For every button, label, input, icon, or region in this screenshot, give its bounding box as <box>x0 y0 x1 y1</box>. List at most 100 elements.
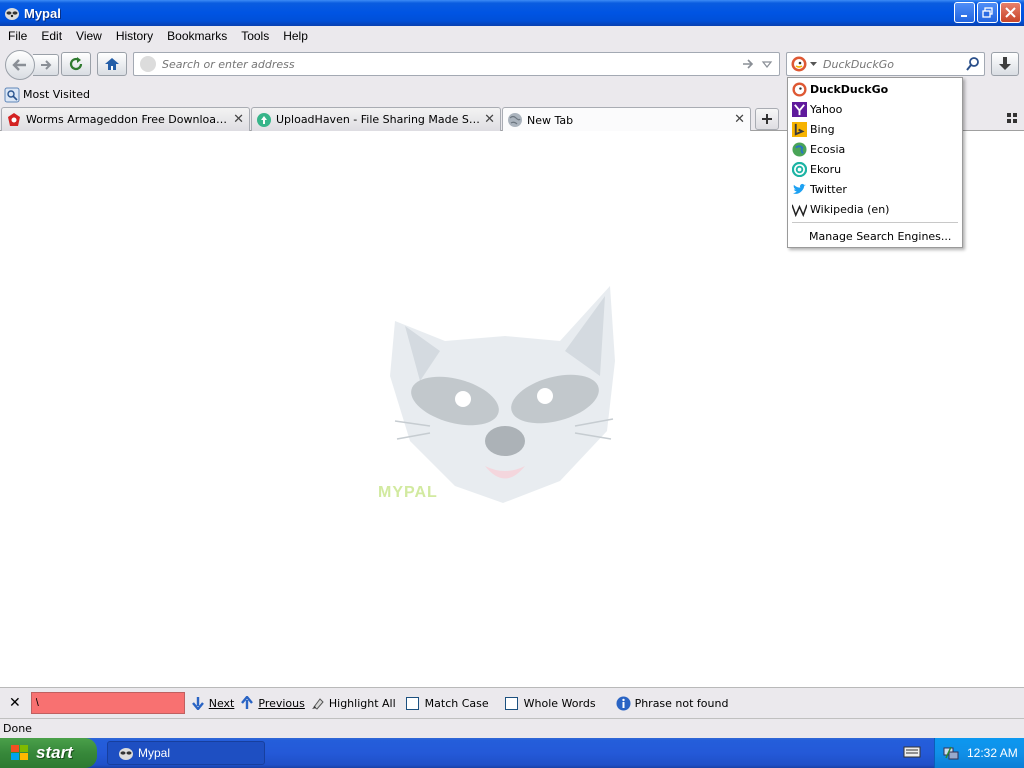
find-next-button[interactable]: Next <box>191 696 235 710</box>
engine-wikipedia[interactable]: Wikipedia (en) <box>788 199 962 219</box>
menu-help[interactable]: Help <box>277 29 314 43</box>
ekoru-icon <box>792 161 807 177</box>
mypal-watermark: MYPAL <box>378 484 438 501</box>
menu-bookmarks[interactable]: Bookmarks <box>161 29 233 43</box>
engine-label: Twitter <box>810 182 847 196</box>
menu-history[interactable]: History <box>110 29 159 43</box>
go-arrow-icon[interactable] <box>741 57 755 71</box>
raccoon-icon <box>5 8 19 20</box>
menu-bar: File Edit View History Bookmarks Tools H… <box>0 26 1024 46</box>
chevron-down-icon[interactable] <box>761 57 773 71</box>
restore-icon <box>982 7 993 18</box>
clock[interactable]: 12:32 AM <box>967 746 1018 760</box>
manage-search-engines[interactable]: Manage Search Engines... <box>809 230 951 243</box>
menu-file[interactable]: File <box>2 29 33 43</box>
highlight-all-label: Highlight All <box>328 696 396 710</box>
engine-label: Wikipedia (en) <box>810 202 890 216</box>
status-text: Done <box>3 722 32 735</box>
network-icon[interactable] <box>943 745 959 761</box>
duckduckgo-icon[interactable] <box>791 56 807 72</box>
site-identity-icon[interactable] <box>140 56 156 72</box>
engine-label: Yahoo <box>810 102 843 116</box>
grid-icon[interactable] <box>1006 112 1018 124</box>
home-button[interactable] <box>97 52 127 76</box>
taskbar: start Mypal 12:32 AM <box>0 738 1024 768</box>
duckduckgo-icon <box>792 81 807 97</box>
menu-tools[interactable]: Tools <box>235 29 275 43</box>
checkbox-box[interactable] <box>504 696 518 710</box>
keyboard-icon[interactable] <box>903 745 921 759</box>
tab-new-tab[interactable]: New Tab ✕ <box>502 107 751 132</box>
most-visited-icon <box>4 87 20 102</box>
search-icon[interactable] <box>966 57 980 71</box>
tab-close-icon[interactable]: ✕ <box>233 112 244 127</box>
engine-duckduckgo[interactable]: DuckDuckGo <box>788 79 962 99</box>
title-bar: Mypal <box>0 0 1024 26</box>
bookmark-most-visited[interactable]: Most Visited <box>23 88 90 101</box>
find-input-wrap[interactable] <box>30 692 185 714</box>
status-bar: Done <box>0 718 1024 738</box>
raccoon-logo <box>390 286 615 503</box>
minimize-icon <box>961 15 967 17</box>
tab-close-icon[interactable]: ✕ <box>484 112 495 127</box>
whole-words-checkbox[interactable]: Whole Words <box>504 696 596 710</box>
engine-label: Ekoru <box>810 162 842 176</box>
arrow-up-icon <box>241 696 254 709</box>
match-case-checkbox[interactable]: Match Case <box>405 696 489 710</box>
url-bar[interactable] <box>133 52 780 76</box>
forward-arrow-icon <box>40 60 51 70</box>
find-bar: ✕ Next Previous Highlight All Match Case… <box>0 687 1024 718</box>
windows-logo-icon <box>11 745 28 760</box>
checkbox-box[interactable] <box>405 696 419 710</box>
engine-yahoo[interactable]: Yahoo <box>788 99 962 119</box>
raccoon-icon <box>119 748 133 760</box>
reload-button[interactable] <box>61 52 91 76</box>
search-bar[interactable] <box>786 52 985 76</box>
new-tab-button[interactable] <box>755 108 779 130</box>
engine-bing[interactable]: Bing <box>788 119 962 139</box>
url-input[interactable] <box>162 57 742 71</box>
search-input[interactable] <box>823 57 958 71</box>
forward-button[interactable] <box>33 54 59 76</box>
dropdown-separator <box>792 222 958 223</box>
engine-ekoru[interactable]: Ekoru <box>788 159 962 179</box>
tab-label: Worms Armageddon Free Download (GO... <box>26 113 228 126</box>
minimize-button[interactable] <box>954 2 975 23</box>
match-case-label: Match Case <box>424 696 489 710</box>
back-button[interactable] <box>5 50 35 80</box>
window-title: Mypal <box>24 5 61 21</box>
highlight-all-button[interactable]: Highlight All <box>311 696 396 710</box>
download-icon <box>999 57 1011 70</box>
engine-label: Ecosia <box>810 142 846 156</box>
findbar-close-icon[interactable]: ✕ <box>9 695 21 711</box>
home-icon <box>105 58 119 70</box>
engine-twitter[interactable]: Twitter <box>788 179 962 199</box>
taskbar-item-mypal[interactable]: Mypal <box>107 741 265 765</box>
arrow-down-icon <box>191 697 204 710</box>
search-engine-dropdown: DuckDuckGo Yahoo Bing Ecosia Ekoru Twitt… <box>787 77 963 248</box>
close-window-button[interactable] <box>1000 2 1021 23</box>
find-previous-button[interactable]: Previous <box>240 696 305 710</box>
menu-view[interactable]: View <box>70 29 108 43</box>
downloads-button[interactable] <box>991 52 1019 76</box>
menu-edit[interactable]: Edit <box>35 29 68 43</box>
back-arrow-icon <box>12 59 26 71</box>
find-previous-label: Previous <box>258 696 305 710</box>
reload-icon <box>69 57 83 71</box>
tab-label: New Tab <box>527 113 574 127</box>
find-next-label: Next <box>208 696 235 710</box>
tab-worms-armageddon[interactable]: Worms Armageddon Free Download (GO... ✕ <box>1 107 250 131</box>
tab-uploadhaven[interactable]: UploadHaven - File Sharing Made Simple ✕ <box>251 107 501 131</box>
twitter-icon <box>792 183 807 194</box>
start-button[interactable]: start <box>0 738 97 768</box>
tab-close-icon[interactable]: ✕ <box>734 112 745 127</box>
favicon-icon <box>257 112 271 127</box>
tab-label: UploadHaven - File Sharing Made Simple <box>276 113 481 126</box>
globe-icon <box>508 113 522 127</box>
find-input[interactable] <box>31 693 184 713</box>
bing-icon <box>792 121 807 137</box>
restore-button[interactable] <box>977 2 998 23</box>
chevron-down-icon[interactable] <box>810 60 817 68</box>
engine-ecosia[interactable]: Ecosia <box>788 139 962 159</box>
info-icon <box>616 696 631 710</box>
